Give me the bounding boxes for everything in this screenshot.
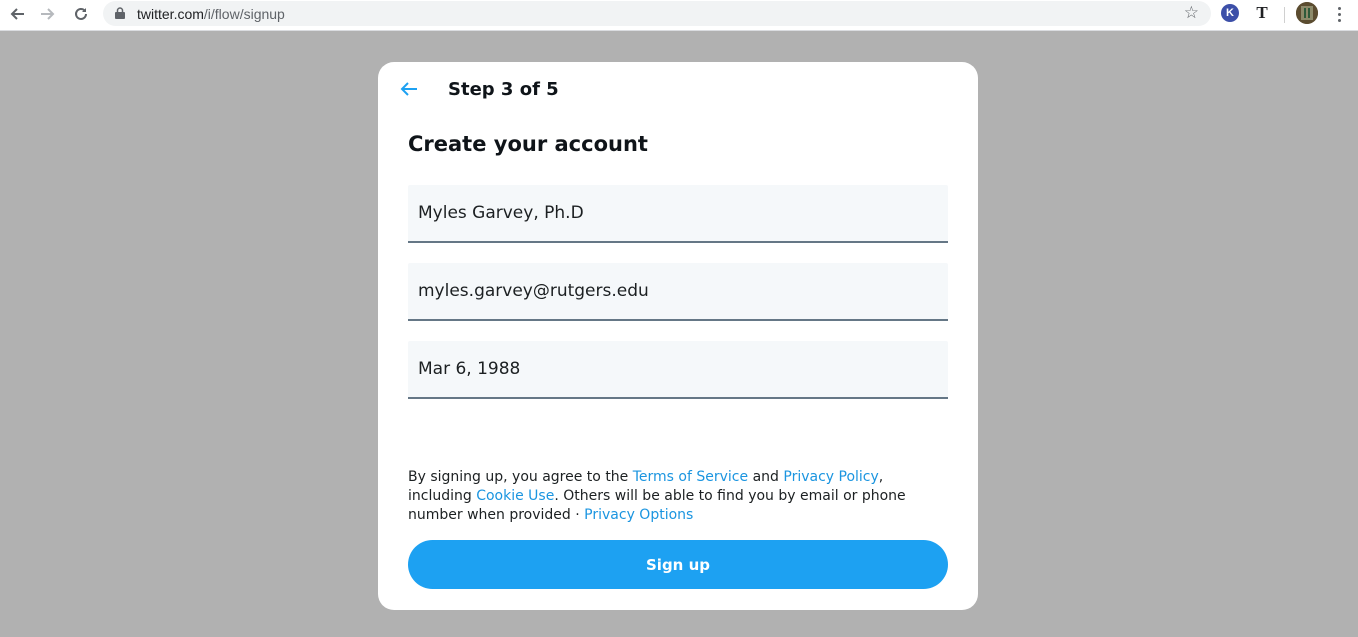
cookie-use-link[interactable]: Cookie Use [476,488,554,504]
t-extension-icon[interactable]: T [1253,3,1271,22]
sign-up-button[interactable]: Sign up [408,540,948,589]
privacy-policy-link[interactable]: Privacy Policy [783,469,878,485]
page-title: Create your account [408,132,648,156]
back-icon[interactable] [3,2,31,26]
toolbar-divider [1284,7,1285,23]
terms-of-service-link[interactable]: Terms of Service [633,469,748,485]
date-of-birth-field[interactable] [408,341,948,399]
bookmark-star-icon[interactable]: ☆ [1184,3,1199,23]
lock-icon [115,7,125,19]
address-bar[interactable]: twitter.com/i/flow/signup ☆ [103,1,1211,26]
name-field[interactable] [408,185,948,243]
url-text: twitter.com/i/flow/signup [137,6,285,22]
k-extension-icon[interactable]: K [1221,4,1239,22]
privacy-options-link[interactable]: Privacy Options [584,507,693,523]
email-field[interactable] [408,263,948,321]
date-of-birth-input[interactable] [408,341,948,397]
name-input[interactable] [408,185,948,241]
browser-toolbar: twitter.com/i/flow/signup ☆ K T [0,0,1358,31]
browser-menu-icon[interactable] [1330,3,1348,25]
legal-text: By signing up, you agree to the [408,469,633,485]
profile-avatar[interactable] [1296,2,1318,24]
email-input[interactable] [408,263,948,319]
forward-icon[interactable] [34,2,62,26]
reload-icon[interactable] [67,2,95,26]
step-indicator: Step 3 of 5 [448,79,559,100]
legal-notice: By signing up, you agree to the Terms of… [408,468,948,525]
legal-text: and [748,469,784,485]
signup-dialog: Step 3 of 5 Create your account By signi… [378,62,978,610]
back-arrow-icon[interactable] [398,78,420,100]
